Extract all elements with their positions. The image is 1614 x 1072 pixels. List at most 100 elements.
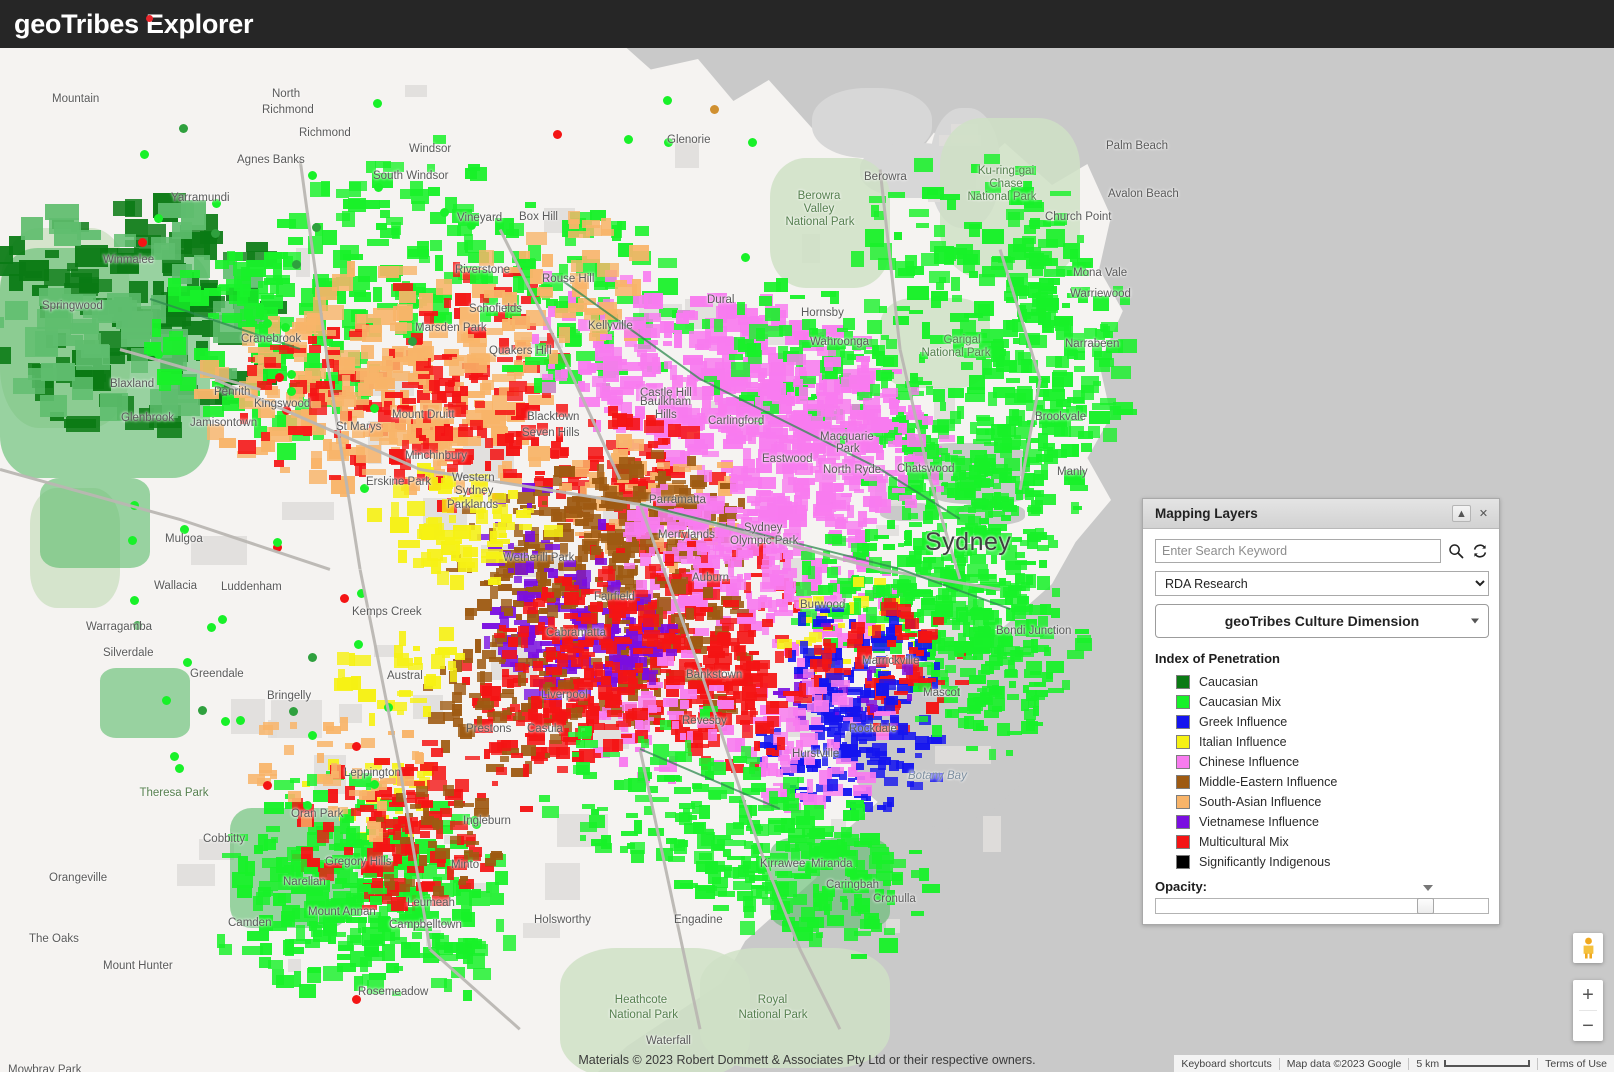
map-region — [772, 782, 780, 787]
map-region — [460, 386, 469, 397]
map-region — [718, 301, 736, 319]
map-region — [786, 740, 795, 751]
map-region — [657, 258, 678, 269]
map-region — [853, 894, 862, 909]
map-region — [922, 322, 930, 339]
map-region — [308, 920, 317, 932]
map-region — [887, 192, 906, 199]
map-region — [452, 262, 460, 278]
map-region — [1073, 365, 1085, 372]
map-region — [909, 309, 924, 315]
map-region — [801, 342, 812, 349]
map-region — [351, 768, 363, 780]
map-region — [761, 564, 780, 570]
map-region — [460, 803, 475, 808]
map-region — [544, 753, 550, 758]
map-region — [673, 330, 683, 348]
map-region — [445, 537, 463, 544]
map-region — [970, 553, 987, 565]
map-region — [518, 258, 535, 268]
map-region — [418, 293, 434, 311]
map-region — [496, 357, 513, 362]
map-region — [271, 969, 284, 985]
map-region — [853, 931, 872, 937]
map-region — [1099, 324, 1108, 331]
map-region — [1037, 446, 1054, 451]
map-region — [541, 382, 557, 393]
map-region — [1018, 285, 1028, 299]
map-region — [858, 747, 873, 753]
map-region — [1030, 282, 1052, 289]
map-region — [743, 476, 763, 489]
map-region — [495, 918, 504, 933]
map-region — [472, 967, 491, 981]
map-region — [843, 788, 852, 797]
map-region — [396, 405, 413, 413]
map-region — [540, 539, 550, 544]
map-region — [376, 801, 388, 812]
map-region — [158, 372, 172, 392]
map-region — [742, 517, 760, 524]
map-viewport[interactable]: Mountain North Richmond Richmond Glenorie Ber… — [0, 48, 1614, 1072]
map-region — [581, 579, 587, 587]
map-region — [647, 716, 655, 721]
map-region — [502, 364, 524, 373]
map-region — [1008, 190, 1023, 205]
map-region — [559, 542, 569, 557]
map-region — [510, 703, 520, 712]
map-region — [151, 319, 161, 338]
map-region — [934, 224, 945, 237]
map-region — [599, 592, 611, 598]
map-region — [422, 740, 439, 746]
map-region — [241, 945, 263, 955]
map-region — [221, 313, 243, 323]
map-region — [892, 487, 905, 494]
map-region — [459, 424, 468, 431]
map-region — [920, 609, 940, 617]
map-region — [442, 711, 455, 722]
map-region — [913, 157, 933, 173]
map-region — [706, 496, 726, 507]
map-region — [247, 931, 269, 941]
map-region — [457, 881, 466, 886]
map-region — [559, 264, 569, 279]
map-region — [1009, 360, 1029, 373]
map-region — [824, 361, 833, 371]
map-region — [390, 502, 399, 517]
map-region — [750, 421, 760, 437]
map-region — [429, 239, 443, 252]
map-region — [453, 683, 466, 695]
map-region — [629, 624, 639, 631]
map-region — [82, 301, 99, 318]
map-region — [758, 516, 777, 529]
map-region — [501, 669, 509, 678]
map-region — [399, 631, 406, 647]
map-region — [644, 420, 665, 433]
map-region — [1117, 338, 1137, 354]
map-region — [431, 747, 443, 757]
map-region — [953, 548, 965, 558]
map-region — [856, 355, 870, 362]
map-region — [426, 163, 436, 172]
map-region — [875, 859, 893, 873]
map-region — [1071, 262, 1086, 271]
map-region — [789, 514, 808, 528]
map-region — [977, 478, 995, 488]
map-region — [635, 719, 644, 729]
map-region — [487, 492, 506, 503]
map-region — [811, 745, 820, 755]
map-region — [773, 578, 794, 590]
map-region — [987, 523, 1007, 531]
map-region — [307, 336, 317, 345]
map-region — [458, 494, 466, 500]
map-region — [875, 751, 887, 759]
map-region — [543, 719, 555, 724]
map-region — [963, 254, 978, 265]
map-region — [570, 657, 584, 667]
app-header: geoTribes Explorer — [0, 0, 1614, 48]
map-region — [453, 717, 464, 727]
map-region — [985, 346, 1001, 358]
map-region — [390, 516, 409, 533]
map-region — [280, 466, 290, 473]
map-region — [546, 695, 556, 700]
